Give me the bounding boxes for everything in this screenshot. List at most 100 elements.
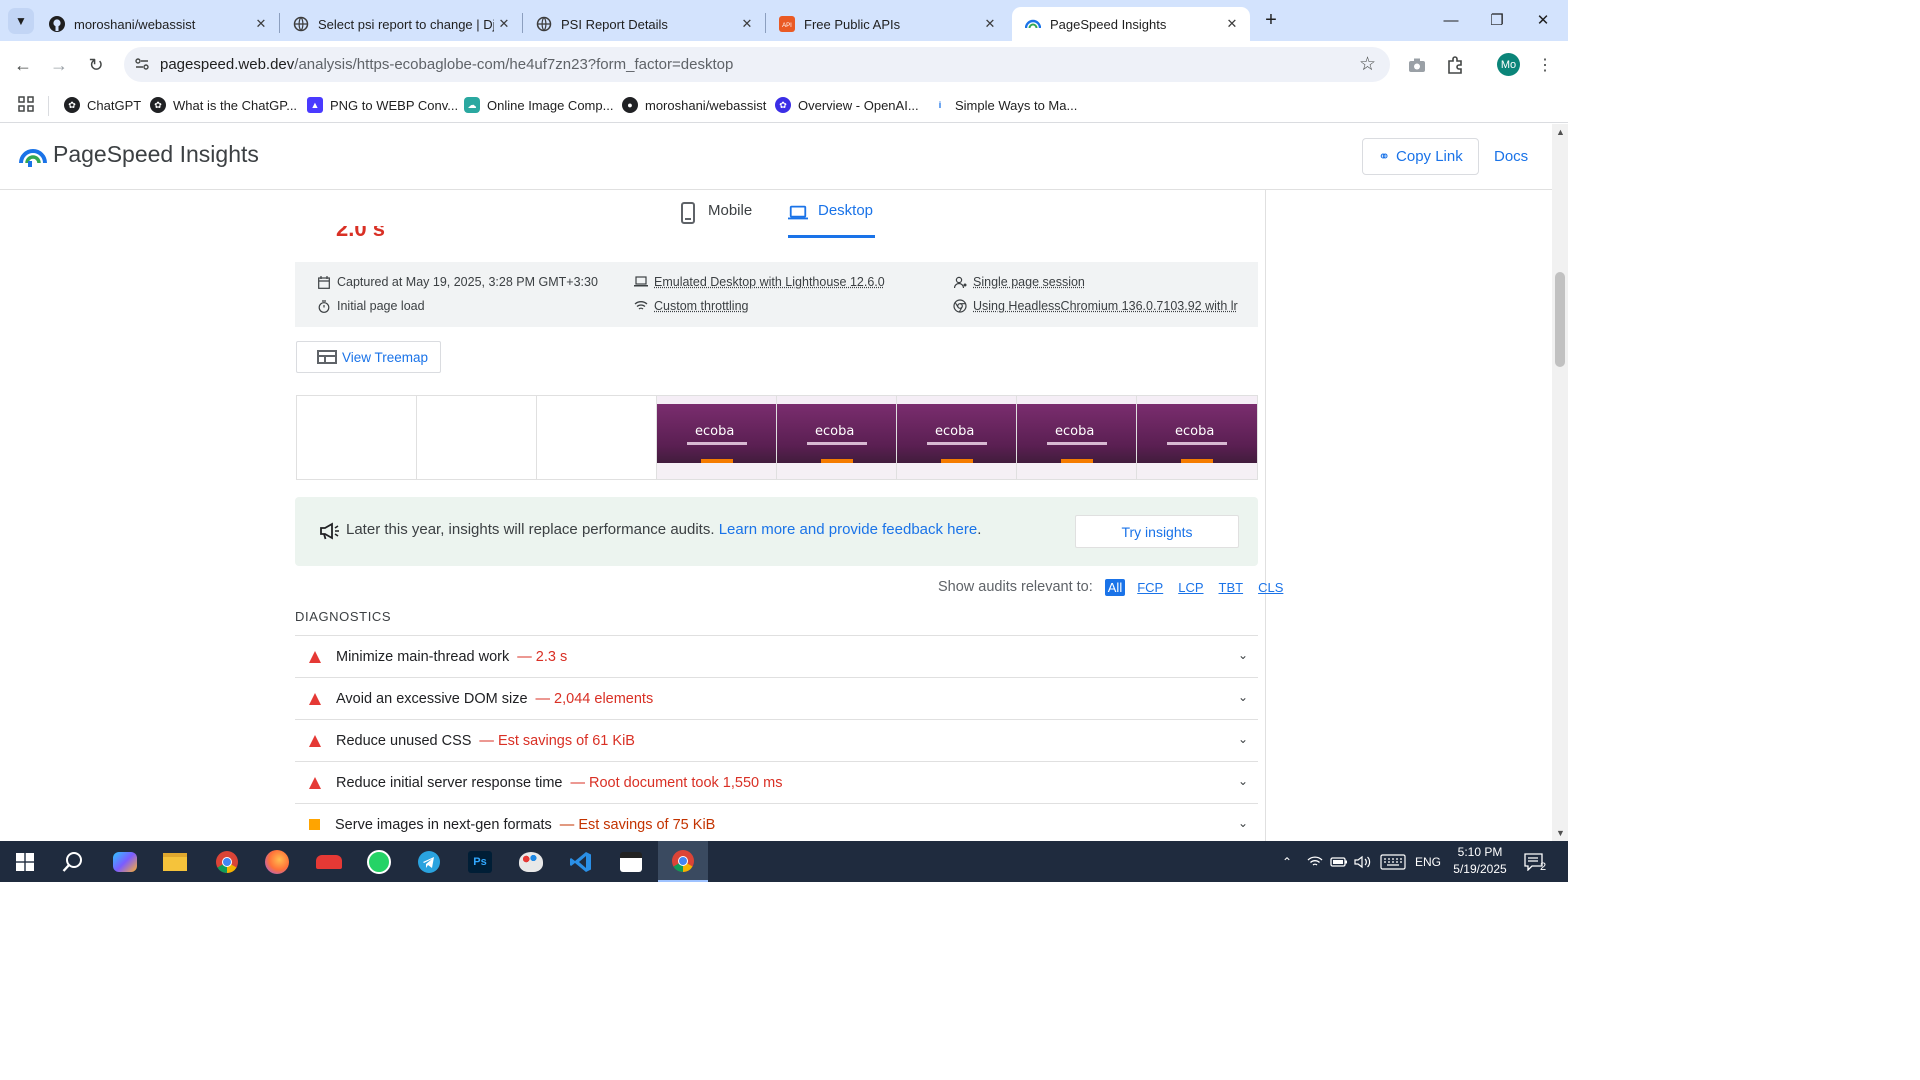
filter-lcp[interactable]: LCP [1175, 579, 1206, 596]
copilot-app[interactable] [100, 841, 150, 882]
tab-mobile[interactable]: Mobile [678, 202, 752, 238]
meta-text: Captured at May 19, 2025, 3:28 PM GMT+3:… [337, 275, 598, 289]
meta-captured: Captured at May 19, 2025, 3:28 PM GMT+3:… [317, 275, 598, 289]
page-scrollbar[interactable]: ▲ ▼ [1552, 124, 1568, 841]
close-icon[interactable]: ✕ [1222, 16, 1242, 32]
laptop-icon [788, 202, 808, 224]
filter-cls[interactable]: CLS [1255, 579, 1286, 596]
bookmark-divider [48, 96, 49, 116]
try-insights-button[interactable]: Try insights [1075, 515, 1239, 548]
pagespeed-logo-icon[interactable] [19, 141, 47, 169]
audit-row[interactable]: Minimize main-thread work — 2.3 s ⌄ [295, 635, 1258, 677]
firefox-app[interactable] [252, 841, 302, 882]
paint-app[interactable] [506, 841, 556, 882]
content-divider [1265, 190, 1266, 841]
audit-row[interactable]: Serve images in next-gen formats — Est s… [295, 803, 1258, 841]
scroll-up-icon[interactable]: ▲ [1556, 127, 1565, 137]
meta-browser[interactable]: Using HeadlessChromium 136.0.7103.92 wit… [953, 299, 1238, 313]
menu-kebab-icon[interactable]: ⋮ [1533, 53, 1557, 77]
chevron-down-icon[interactable]: ⌄ [1238, 774, 1248, 788]
tab-pagespeed[interactable]: PageSpeed Insights ✕ [1012, 7, 1250, 41]
notification-center[interactable]: 2 [1524, 841, 1552, 882]
search-button[interactable] [48, 841, 98, 882]
chevron-down-icon[interactable]: ⌄ [1238, 648, 1248, 662]
photoshop-app[interactable]: Ps [455, 841, 505, 882]
url-path: /analysis/https-ecobaglobe-com/he4uf7zn2… [294, 56, 734, 73]
site-info-icon[interactable] [133, 55, 151, 73]
chrome-profile-app[interactable] [658, 841, 708, 882]
vscode-app[interactable] [556, 841, 606, 882]
tab-public-apis[interactable]: API Free Public APIs ✕ [766, 7, 1008, 41]
meta-session[interactable]: Single page session [953, 275, 1085, 289]
svg-text:API: API [782, 23, 792, 29]
bookmark-openai-overview[interactable]: ✿ Overview - OpenAI... [775, 94, 919, 116]
bookmark-image-compressor[interactable]: ☁ Online Image Comp... [464, 94, 613, 116]
start-button[interactable] [0, 841, 50, 882]
windows-taskbar: Ps ⌃ ENG 5:10 PM 5/19/2025 2 [0, 841, 1568, 882]
bookmark-simple-ways[interactable]: i Simple Ways to Ma... [932, 94, 1077, 116]
tab-desktop[interactable]: Desktop [788, 202, 875, 238]
back-button[interactable]: ← [9, 51, 37, 79]
camera-icon[interactable] [1405, 53, 1429, 77]
audit-row[interactable]: Reduce unused CSS — Est savings of 61 Ki… [295, 719, 1258, 761]
chevron-down-icon[interactable]: ⌄ [1238, 732, 1248, 746]
reload-button[interactable]: ↻ [82, 51, 110, 79]
bookmark-what-is-chatgpt[interactable]: ✿ What is the ChatGP... [150, 94, 297, 116]
copy-link-button[interactable]: ⚭ Copy Link [1362, 138, 1479, 175]
close-window-button[interactable]: ✕ [1520, 0, 1566, 40]
bookmarks-bar: ✿ ChatGPT ✿ What is the ChatGP... ▲ PNG to … [0, 88, 1568, 123]
tab-label: Desktop [818, 202, 874, 219]
system-clock[interactable]: 5:10 PM 5/19/2025 [1448, 844, 1512, 878]
file-explorer-app[interactable] [150, 841, 200, 882]
filter-fcp[interactable]: FCP [1134, 579, 1166, 596]
meta-emulated[interactable]: Emulated Desktop with Lighthouse 12.6.0 [634, 275, 885, 289]
restore-button[interactable]: ❐ [1474, 0, 1520, 40]
close-icon[interactable]: ✕ [980, 16, 1000, 32]
bookmark-chatgpt[interactable]: ✿ ChatGPT [64, 94, 141, 116]
bookmark-label: Simple Ways to Ma... [955, 97, 1078, 113]
bookmark-png-to-webp[interactable]: ▲ PNG to WEBP Conv... [307, 94, 458, 116]
chevron-down-icon[interactable]: ⌄ [1238, 690, 1248, 704]
network-status[interactable] [1307, 841, 1323, 882]
filter-all[interactable]: All [1104, 578, 1126, 596]
feedback-link[interactable]: Learn more and provide feedback here [719, 521, 978, 538]
bookmark-github[interactable]: ● moroshani/webassist [622, 94, 766, 116]
apps-grid-button[interactable] [17, 94, 35, 116]
audit-row[interactable]: Reduce initial server response time — Ro… [295, 761, 1258, 803]
docs-link[interactable]: Docs [1494, 148, 1528, 165]
tab-psi-admin[interactable]: Select psi report to change | Dj ✕ [280, 7, 522, 41]
forward-button[interactable]: → [45, 51, 73, 79]
show-hidden-icons[interactable]: ⌃ [1282, 841, 1292, 882]
api-icon: API [779, 16, 795, 32]
filter-tbt[interactable]: TBT [1216, 579, 1247, 596]
reload-icon: ↻ [88, 54, 104, 75]
minimize-button[interactable]: — [1428, 0, 1474, 40]
tab-github[interactable]: moroshani/webassist ✕ [36, 7, 279, 41]
scrollbar-thumb[interactable] [1555, 272, 1565, 367]
chevron-down-icon[interactable]: ⌄ [1238, 816, 1248, 830]
scroll-down-icon[interactable]: ▼ [1556, 828, 1565, 838]
tab-psi-report[interactable]: PSI Report Details ✕ [523, 7, 765, 41]
address-bar[interactable]: pagespeed.web.dev/analysis/https-ecobagl… [124, 47, 1390, 82]
meta-throttling[interactable]: Custom throttling [634, 299, 748, 313]
close-icon[interactable]: ✕ [494, 16, 514, 32]
volume-control[interactable] [1354, 841, 1372, 882]
battery-status[interactable] [1330, 841, 1348, 882]
extensions-icon[interactable] [1443, 53, 1467, 77]
chrome-app[interactable] [202, 841, 252, 882]
touch-keyboard[interactable] [1380, 841, 1406, 882]
close-icon[interactable]: ✕ [251, 16, 271, 32]
terminal-app[interactable] [606, 841, 656, 882]
bookmark-star-icon[interactable]: ☆ [1359, 53, 1376, 76]
profile-avatar[interactable]: Mo [1497, 53, 1520, 76]
clock-date: 5/19/2025 [1453, 862, 1507, 876]
telegram-app[interactable] [404, 841, 454, 882]
tab-search-button[interactable]: ▼ [8, 8, 34, 34]
new-tab-button[interactable]: + [1260, 10, 1282, 32]
anydesk-app[interactable] [304, 841, 354, 882]
whatsapp-app[interactable] [354, 841, 404, 882]
view-treemap-button[interactable]: View Treemap [296, 341, 441, 373]
close-icon[interactable]: ✕ [737, 16, 757, 32]
input-language[interactable]: ENG [1415, 841, 1441, 882]
audit-row[interactable]: Avoid an excessive DOM size — 2,044 elem… [295, 677, 1258, 719]
